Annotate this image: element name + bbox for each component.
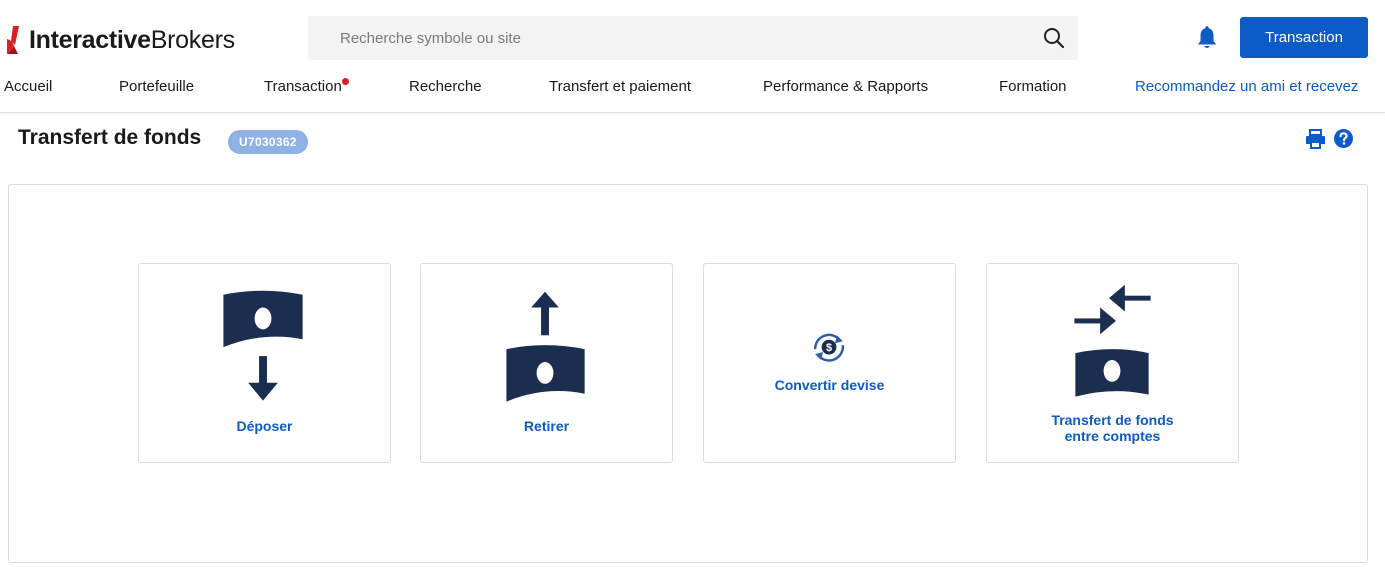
transfer-label-line-2: entre comptes (1064, 428, 1161, 444)
search-bar (308, 16, 1078, 60)
transfer-label-line-1: Transfert de fonds (1051, 412, 1174, 428)
deposit-label: Déposer (236, 418, 293, 434)
main-nav: Accueil Portefeuille Transaction Recherc… (0, 74, 1385, 100)
withdraw-label: Retirer (523, 418, 570, 434)
nav-item-recherche[interactable]: Recherche (409, 78, 482, 95)
print-icon[interactable] (1305, 129, 1326, 149)
search-icon[interactable] (1042, 26, 1066, 50)
nav-item-transaction-label: Transaction (264, 78, 342, 95)
transfer-between-accounts-card[interactable]: Transfert de fonds entre comptes (986, 263, 1239, 463)
help-icon[interactable] (1334, 129, 1353, 148)
account-id-badge: U7030362 (228, 130, 308, 154)
nav-item-portefeuille[interactable]: Portefeuille (119, 78, 194, 95)
deposit-card[interactable]: Déposer (138, 263, 391, 463)
notification-dot (341, 78, 349, 85)
logo-text-bold: Interactive (29, 25, 151, 54)
ib-logo[interactable]: InteractiveBrokers (4, 20, 235, 60)
top-header: InteractiveBrokers Transaction Accueil P… (0, 0, 1385, 113)
nav-item-refer-friend[interactable]: Recommandez un ami et recevez (1135, 78, 1375, 95)
svg-text:$: $ (826, 342, 832, 354)
nav-item-transfert-paiement[interactable]: Transfert et paiement (549, 78, 691, 95)
logo-text-regular: Brokers (150, 25, 235, 54)
nav-item-transaction[interactable]: Transaction (264, 78, 349, 95)
bell-icon[interactable] (1194, 25, 1220, 51)
transfer-between-accounts-label: Transfert de fonds entre comptes (987, 412, 1238, 444)
currency-convert-icon: $ (813, 333, 845, 362)
nav-item-performance-rapports[interactable]: Performance & Rapports (763, 78, 928, 95)
withdraw-card[interactable]: Retirer (420, 263, 673, 463)
currency-convert-label: Convertir devise (774, 377, 885, 393)
ib-logo-mark-icon (7, 26, 19, 54)
search-input[interactable] (308, 16, 1042, 60)
page-title: Transfert de fonds (18, 126, 202, 149)
transaction-button[interactable]: Transaction (1240, 17, 1368, 58)
nav-item-accueil[interactable]: Accueil (4, 78, 52, 95)
currency-convert-card[interactable]: $ Convertir devise (703, 263, 956, 463)
nav-item-formation[interactable]: Formation (999, 78, 1067, 95)
transfer-options-panel: Déposer Retirer $ Convertir devise Trans… (8, 184, 1368, 563)
